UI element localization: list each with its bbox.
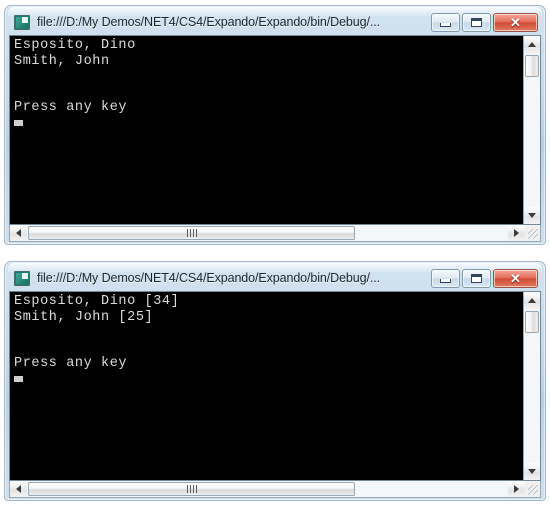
vertical-scroll-thumb-2[interactable] xyxy=(525,311,539,333)
maximize-icon xyxy=(471,17,482,27)
close-icon: ✕ xyxy=(510,270,521,286)
scroll-down-button-1[interactable] xyxy=(524,207,540,224)
maximize-button-2[interactable] xyxy=(462,268,491,288)
console-line: Esposito, Dino xyxy=(14,38,136,53)
grip-lines-icon xyxy=(186,485,197,493)
window-controls-1: ✕ xyxy=(431,12,539,32)
horizontal-scrollbar-2[interactable] xyxy=(9,481,541,498)
titlebar-2[interactable]: file:///D:/My Demos/NET4/CS4/Expando/Exp… xyxy=(9,265,541,291)
console-cursor xyxy=(14,119,23,126)
arrow-down-icon xyxy=(528,213,536,218)
horizontal-scrollbar-1[interactable] xyxy=(9,225,541,242)
window-title-2: file:///D:/My Demos/NET4/CS4/Expando/Exp… xyxy=(37,271,380,285)
close-button-1[interactable]: ✕ xyxy=(493,12,538,32)
console-window-1[interactable]: file:///D:/My Demos/NET4/CS4/Expando/Exp… xyxy=(4,5,546,245)
grip-lines-icon xyxy=(186,229,197,237)
scroll-down-button-2[interactable] xyxy=(524,463,540,480)
vertical-scroll-track-1[interactable] xyxy=(524,53,540,207)
horizontal-scroll-thumb-1[interactable] xyxy=(28,226,356,240)
horizontal-scroll-track-1[interactable] xyxy=(27,225,508,241)
arrow-right-icon xyxy=(514,229,519,237)
scroll-up-button-2[interactable] xyxy=(524,292,540,309)
minimize-button-2[interactable] xyxy=(431,268,460,288)
vertical-scrollbar-1[interactable] xyxy=(523,36,540,224)
scroll-up-button-1[interactable] xyxy=(524,36,540,53)
minimize-button-1[interactable] xyxy=(431,12,460,32)
console-client-area-1[interactable]: Esposito, Dino Smith, John Press any key xyxy=(9,35,541,225)
resize-grip-icon-2[interactable] xyxy=(525,481,540,497)
arrow-down-icon xyxy=(528,469,536,474)
arrow-up-icon xyxy=(528,298,536,303)
resize-grip-icon-1[interactable] xyxy=(525,225,540,241)
maximize-icon xyxy=(471,273,482,283)
scroll-right-button-1[interactable] xyxy=(508,225,525,241)
console-app-icon xyxy=(14,14,30,30)
minimize-icon xyxy=(440,278,451,283)
arrow-right-icon xyxy=(514,485,519,493)
console-line: Press any key xyxy=(14,100,128,115)
scroll-left-button-2[interactable] xyxy=(10,481,27,497)
close-icon: ✕ xyxy=(510,14,521,30)
close-button-2[interactable]: ✕ xyxy=(493,268,538,288)
horizontal-scroll-track-2[interactable] xyxy=(27,481,508,497)
console-app-icon xyxy=(14,270,30,286)
vertical-scrollbar-2[interactable] xyxy=(523,292,540,480)
console-output-2: Esposito, Dino [34] Smith, John [25] Pre… xyxy=(10,292,523,480)
console-client-area-2[interactable]: Esposito, Dino [34] Smith, John [25] Pre… xyxy=(9,291,541,481)
console-window-2[interactable]: file:///D:/My Demos/NET4/CS4/Expando/Exp… xyxy=(4,261,546,501)
vertical-scroll-thumb-1[interactable] xyxy=(525,55,539,77)
console-line: Smith, John [25] xyxy=(14,309,154,325)
titlebar-1[interactable]: file:///D:/My Demos/NET4/CS4/Expando/Exp… xyxy=(9,9,541,35)
arrow-left-icon xyxy=(16,229,21,237)
scroll-left-button-1[interactable] xyxy=(10,225,27,241)
windows-stack: file:///D:/My Demos/NET4/CS4/Expando/Exp… xyxy=(0,0,550,515)
console-line: Smith, John xyxy=(14,53,110,69)
console-line: Press any key xyxy=(14,356,128,371)
console-line: Esposito, Dino [34] xyxy=(14,294,180,309)
maximize-button-1[interactable] xyxy=(462,12,491,32)
vertical-scroll-track-2[interactable] xyxy=(524,309,540,463)
arrow-left-icon xyxy=(16,485,21,493)
console-output-1: Esposito, Dino Smith, John Press any key xyxy=(10,36,523,224)
arrow-up-icon xyxy=(528,42,536,47)
window-title-1: file:///D:/My Demos/NET4/CS4/Expando/Exp… xyxy=(37,15,380,29)
window-controls-2: ✕ xyxy=(431,268,539,288)
console-cursor xyxy=(14,375,23,382)
scroll-right-button-2[interactable] xyxy=(508,481,525,497)
horizontal-scroll-thumb-2[interactable] xyxy=(28,482,356,496)
minimize-icon xyxy=(440,22,451,27)
